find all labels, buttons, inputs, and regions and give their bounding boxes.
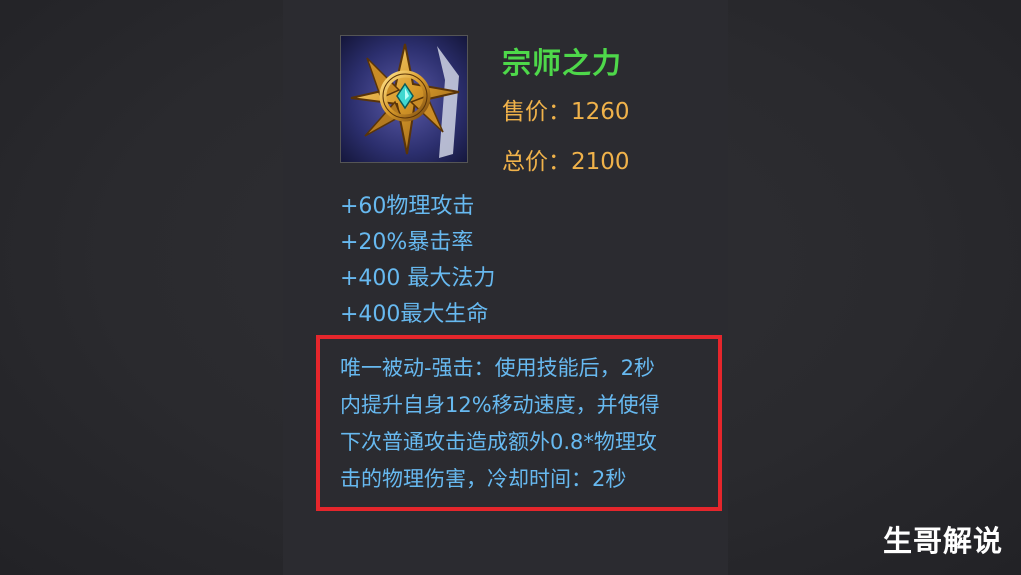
item-name: 宗师之力 xyxy=(502,46,623,80)
passive-line: 下次普通攻击造成额外0.8*物理攻 xyxy=(340,430,657,454)
stat-crit-rate: +20%暴击率 xyxy=(340,230,474,255)
total-price: 总价：2100 xyxy=(502,149,630,175)
stat-physical-attack: +60物理攻击 xyxy=(340,194,475,219)
stat-max-mana: +400 最大法力 xyxy=(340,266,496,291)
passive-line: 唯一被动-强击：使用技能后，2秒 xyxy=(340,356,655,380)
sell-price: 售价：1260 xyxy=(502,99,630,125)
passive-line: 内提升自身12%移动速度，并使得 xyxy=(340,393,660,417)
golden-star-emblem-icon xyxy=(341,36,467,162)
channel-watermark: 生哥解说 xyxy=(882,524,1003,558)
item-icon xyxy=(340,35,468,163)
passive-line: 击的物理伤害，冷却时间：2秒 xyxy=(340,467,627,491)
stat-max-health: +400最大生命 xyxy=(340,302,489,327)
